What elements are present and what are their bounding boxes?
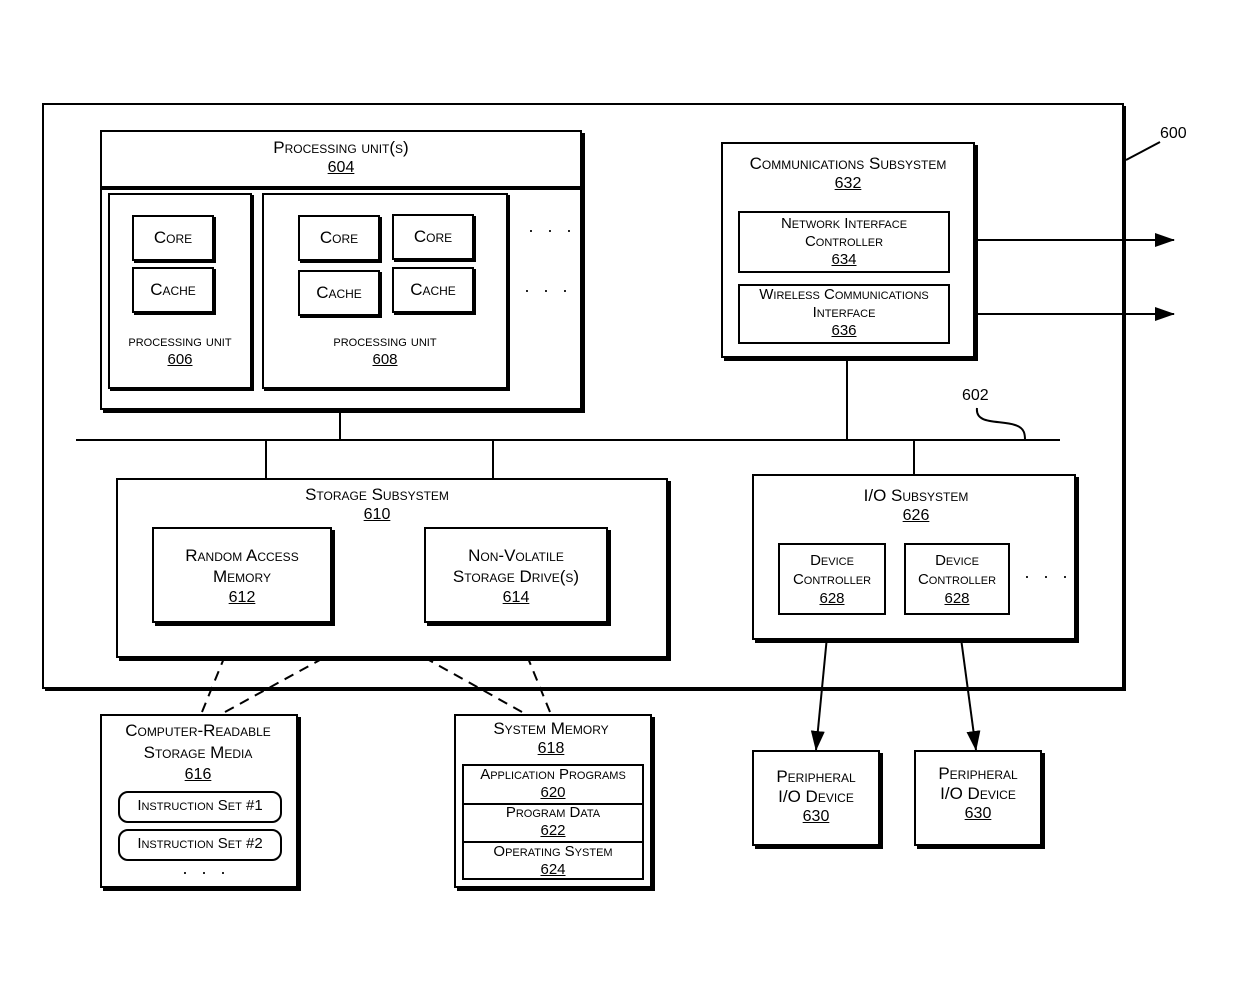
nvs-title-line1: Non-Volatile (468, 546, 564, 565)
media-title-line1: Computer-Readable (125, 721, 271, 740)
computer-readable-storage-media-box: Computer-Readable Storage Media 616 Inst… (100, 714, 298, 888)
system-ref: 600 (1160, 125, 1187, 142)
core-label: Core (153, 228, 193, 247)
wireless-ref: 636 (831, 322, 857, 339)
bus-ref: 602 (962, 387, 989, 404)
core-label: Core (319, 228, 359, 247)
wireless-title-line2: Interface (812, 304, 876, 321)
program-data-section: Program Data 622 (464, 804, 642, 843)
system-memory-box: System Memory 618 Application Programs 6… (454, 714, 652, 888)
processing-units-title: Processing unit(s) (273, 138, 409, 157)
device-controller-line1: Device (810, 552, 854, 569)
processing-unit-ref: 608 (372, 351, 398, 368)
operating-system-title: Operating System (493, 843, 613, 860)
ram-title-line1: Random Access (185, 546, 299, 565)
communications-ref: 632 (834, 175, 862, 192)
processing-units-header: Processing unit(s) 604 (102, 132, 580, 190)
io-title: I/O Subsystem (863, 486, 969, 505)
application-programs-section: Application Programs 620 (464, 766, 642, 805)
io-subsystem-box: I/O Subsystem 626 Device Controller 628 … (752, 474, 1076, 640)
system-ref-leader (1125, 141, 1161, 161)
system-memory-sections: Application Programs 620 Program Data 62… (462, 764, 644, 880)
nvs-title-line2: Storage Drive(s) (452, 567, 580, 586)
device-controller-box: Device Controller 628 (778, 543, 886, 615)
ellipsis: · · · (524, 280, 572, 300)
device-controller-ref: 628 (819, 590, 845, 607)
operating-system-section: Operating System 624 (464, 843, 642, 878)
nic-ref: 634 (831, 251, 857, 268)
application-programs-title: Application Programs (480, 766, 626, 783)
nic-title-line2: Controller (804, 233, 884, 250)
network-interface-controller-box: Network Interface Controller 634 (738, 211, 950, 273)
non-volatile-storage-box: Non-Volatile Storage Drive(s) 614 (424, 527, 608, 623)
ram-ref: 612 (228, 589, 256, 606)
io-ref: 626 (902, 507, 930, 524)
nvs-ref: 614 (502, 589, 530, 606)
device-controller-line2: Controller (917, 571, 997, 588)
peripheral-ref: 630 (964, 805, 992, 822)
ellipsis: · · · (182, 862, 230, 882)
instruction-set-item: Instruction Set #2 (118, 829, 282, 861)
storage-subsystem-box: Storage Subsystem 610 Random Access Memo… (116, 478, 668, 658)
peripheral-title-line1: Peripheral (776, 767, 856, 786)
program-data-ref: 622 (540, 822, 566, 839)
cache-box: Cache (392, 267, 474, 313)
application-programs-ref: 620 (540, 784, 566, 801)
media-ref: 616 (184, 766, 212, 783)
device-controller-line1: Device (935, 552, 979, 569)
peripheral-title-line2: I/O Device (778, 787, 854, 806)
communications-title: Communications Subsystem (749, 154, 947, 173)
cache-label: Cache (410, 280, 456, 299)
peripheral-title-line2: I/O Device (940, 784, 1016, 803)
device-controller-line2: Controller (792, 571, 872, 588)
bus-ref-leader (975, 407, 1026, 441)
core-box: Core (392, 214, 474, 260)
wireless-communications-interface-box: Wireless Communications Interface 636 (738, 284, 950, 344)
peripheral-title-line1: Peripheral (938, 764, 1018, 783)
processing-unit-608: Core Core Cache Cache processing unit 60… (262, 193, 508, 389)
core-box: Core (132, 215, 214, 261)
media-title-line2: Storage Media (143, 743, 253, 762)
operating-system-ref: 624 (540, 861, 566, 878)
device-controller-ref: 628 (944, 590, 970, 607)
program-data-title: Program Data (505, 804, 601, 821)
cache-box: Cache (298, 270, 380, 316)
processing-unit-title: processing unit (333, 333, 437, 350)
ellipsis: · · · (1024, 566, 1072, 586)
ram-title-line2: Memory (213, 567, 271, 586)
processing-unit-606: Core Cache processing unit 606 (108, 193, 252, 389)
communications-subsystem-box: Communications Subsystem 632 Network Int… (721, 142, 975, 358)
processing-unit-ref: 606 (167, 351, 193, 368)
processing-units-ref: 604 (327, 159, 355, 176)
random-access-memory-box: Random Access Memory 612 (152, 527, 332, 623)
core-label: Core (413, 227, 453, 246)
peripheral-io-device-box: Peripheral I/O Device 630 (752, 750, 880, 846)
system-memory-ref: 618 (537, 740, 565, 757)
storage-title: Storage Subsystem (305, 485, 449, 504)
instruction-set-item: Instruction Set #1 (118, 791, 282, 823)
peripheral-io-device-box: Peripheral I/O Device 630 (914, 750, 1042, 846)
nic-title-line1: Network Interface (780, 215, 908, 232)
ellipsis: · · · (528, 220, 576, 240)
processing-unit-title: processing unit (128, 333, 232, 350)
peripheral-ref: 630 (802, 808, 830, 825)
storage-ref: 610 (363, 506, 391, 523)
wireless-title-line1: Wireless Communications (759, 286, 929, 303)
system-memory-title: System Memory (493, 719, 609, 738)
cache-label: Cache (316, 283, 362, 302)
core-box: Core (298, 215, 380, 261)
cache-box: Cache (132, 267, 214, 313)
device-controller-box: Device Controller 628 (904, 543, 1010, 615)
cache-label: Cache (150, 280, 196, 299)
processing-units-box: Processing unit(s) 604 Core Cache proces… (100, 130, 582, 410)
